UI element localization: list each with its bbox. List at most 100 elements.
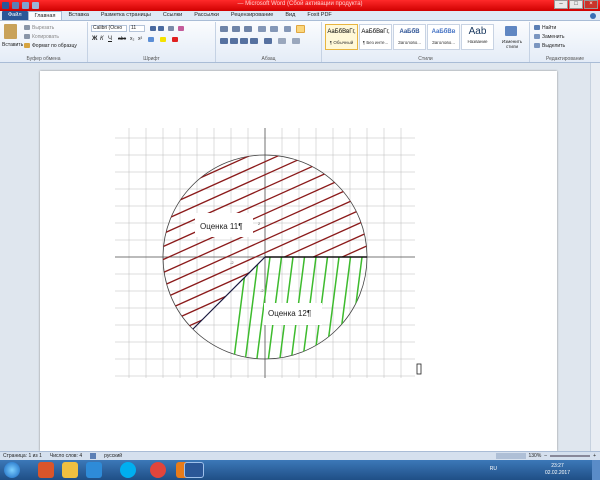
paste-button[interactable]: Вставить [2, 42, 23, 48]
zoom-level[interactable]: 130% [529, 453, 542, 459]
show-desktop-button[interactable] [592, 460, 600, 480]
highlight-icon[interactable] [160, 37, 166, 42]
align-left-icon[interactable] [220, 38, 228, 44]
tab-review[interactable]: Рецензирование [225, 11, 279, 20]
borders-icon[interactable] [292, 38, 300, 44]
style-sample: АаБбВ [399, 29, 420, 35]
red-hatch-line [140, 71, 380, 140]
change-styles-icon[interactable] [505, 26, 517, 36]
close-button[interactable]: × [584, 0, 598, 9]
tab-view[interactable]: Вид [279, 11, 301, 20]
replace-button[interactable]: Заменить [542, 34, 564, 40]
title-bar: — Microsoft Word (Сбой активации продукт… [0, 0, 600, 11]
justify-icon[interactable] [250, 38, 258, 44]
green-hatch-line [358, 257, 367, 359]
red-hatch-line [140, 71, 380, 114]
bold-button[interactable]: Ж [92, 36, 97, 42]
numbering-icon[interactable] [232, 26, 240, 32]
tab-insert[interactable]: Вставка [62, 11, 94, 20]
style-heading-1[interactable]: АаБбВ Заголово... [393, 24, 426, 50]
red-hatch-line [140, 71, 380, 75]
increase-indent-icon[interactable] [270, 26, 278, 32]
subscript-button[interactable]: x₂ [130, 36, 134, 42]
font-name-select[interactable]: Calibri (Осно [91, 25, 127, 32]
shrink-font-icon[interactable] [158, 26, 164, 31]
red-hatch-line [163, 174, 367, 284]
align-right-icon[interactable] [240, 38, 248, 44]
axis-tick-label: 2 [258, 221, 261, 226]
align-center-icon[interactable] [230, 38, 238, 44]
decrease-indent-icon[interactable] [258, 26, 266, 32]
text-effects-icon[interactable] [148, 37, 154, 42]
change-case-icon[interactable] [168, 26, 174, 31]
skype-icon[interactable] [120, 462, 136, 478]
styles-label: Стили [418, 56, 433, 62]
tab-page-layout[interactable]: Разметка страницы [95, 11, 157, 20]
spellcheck-icon[interactable] [90, 453, 97, 459]
red-hatch-line [140, 71, 380, 101]
style-heading-2[interactable]: АаБбВв Заголово... [427, 24, 460, 50]
style-title[interactable]: Aab Название [461, 24, 494, 50]
underline-button[interactable]: Ч [108, 36, 112, 42]
help-icon[interactable] [590, 12, 596, 19]
red-hatch-line [163, 155, 367, 167]
shading-icon[interactable] [278, 38, 286, 44]
opera-icon[interactable] [150, 462, 166, 478]
tab-file[interactable]: Файл [2, 11, 28, 20]
italic-button[interactable]: К [100, 36, 104, 42]
word-taskbar-icon[interactable] [184, 462, 204, 478]
ribbon: Вставить Вырезать Копировать Формат по о… [0, 21, 600, 63]
style-no-spacing[interactable]: АаБбВвГг, ¶ Без инте... [359, 24, 392, 50]
red-hatch-line [140, 71, 380, 153]
show-marks-icon[interactable] [296, 25, 305, 33]
zoom-slider[interactable] [550, 455, 591, 457]
copy-button[interactable]: Копировать [32, 34, 59, 40]
select-button[interactable]: Выделить [542, 43, 565, 49]
word-count[interactable]: Число слов: 4 [50, 453, 82, 459]
style-normal[interactable]: АаБбВвГг, ¶ Обычный [325, 24, 358, 50]
style-sample: Aab [468, 26, 487, 37]
browser-icon[interactable] [38, 462, 54, 478]
format-painter-button[interactable]: Формат по образцу [32, 43, 77, 49]
find-button[interactable]: Найти [542, 25, 556, 31]
clock-time: 23:27 [551, 463, 564, 469]
style-name: Заголово... [398, 40, 421, 45]
clock[interactable]: 23:27 02.02.2017 [545, 463, 570, 477]
tab-mailings[interactable]: Рассылки [188, 11, 225, 20]
font-size-select[interactable]: 11 [129, 25, 145, 32]
editing-label: Редактирование [545, 56, 585, 62]
bullets-icon[interactable] [220, 26, 228, 32]
superscript-button[interactable]: x² [138, 36, 142, 42]
paste-icon[interactable] [4, 24, 17, 39]
font-color-icon[interactable] [172, 37, 178, 42]
clear-format-icon[interactable] [178, 26, 184, 31]
grow-font-icon[interactable] [150, 26, 156, 31]
cut-button[interactable]: Вырезать [32, 25, 54, 31]
view-mode-icons[interactable] [495, 453, 526, 459]
media-player-icon[interactable] [86, 462, 102, 478]
vertical-scrollbar[interactable] [590, 63, 600, 451]
tab-foxit-pdf[interactable]: Foxit PDF [301, 11, 337, 20]
page-count[interactable]: Страница: 1 из 1 [3, 453, 42, 459]
zoom-in-button[interactable]: + [593, 453, 596, 459]
tab-home[interactable]: Главная [27, 11, 63, 20]
style-name: Название [467, 39, 488, 44]
editing-group: Найти Заменить Выделить Редактирование [530, 22, 600, 62]
document-page[interactable]: Оценка 11¶ Оценка 12¶ 2 -2 -2 [40, 71, 557, 451]
multilevel-list-icon[interactable] [244, 26, 252, 32]
zoom-out-button[interactable]: – [544, 453, 547, 459]
minimize-button[interactable]: – [554, 0, 568, 9]
start-button-icon[interactable] [4, 462, 20, 478]
axis-tick-label: -2 [260, 288, 264, 293]
tab-references[interactable]: Ссылки [157, 11, 188, 20]
line-spacing-icon[interactable] [264, 38, 272, 44]
coordinate-drawing[interactable]: Оценка 11¶ Оценка 12¶ 2 -2 -2 [40, 71, 557, 451]
font-group: Calibri (Осно 11 Ж К Ч abc x₂ x² Шрифт [88, 22, 216, 62]
language-indicator[interactable]: русский [104, 453, 122, 459]
sort-icon[interactable] [284, 26, 291, 32]
keyboard-language[interactable]: RU [490, 466, 497, 472]
change-styles-button[interactable]: Изменить стили [497, 39, 527, 49]
maximize-button[interactable]: □ [569, 0, 583, 9]
explorer-icon[interactable] [62, 462, 78, 478]
strikethrough-button[interactable]: abc [118, 36, 126, 42]
